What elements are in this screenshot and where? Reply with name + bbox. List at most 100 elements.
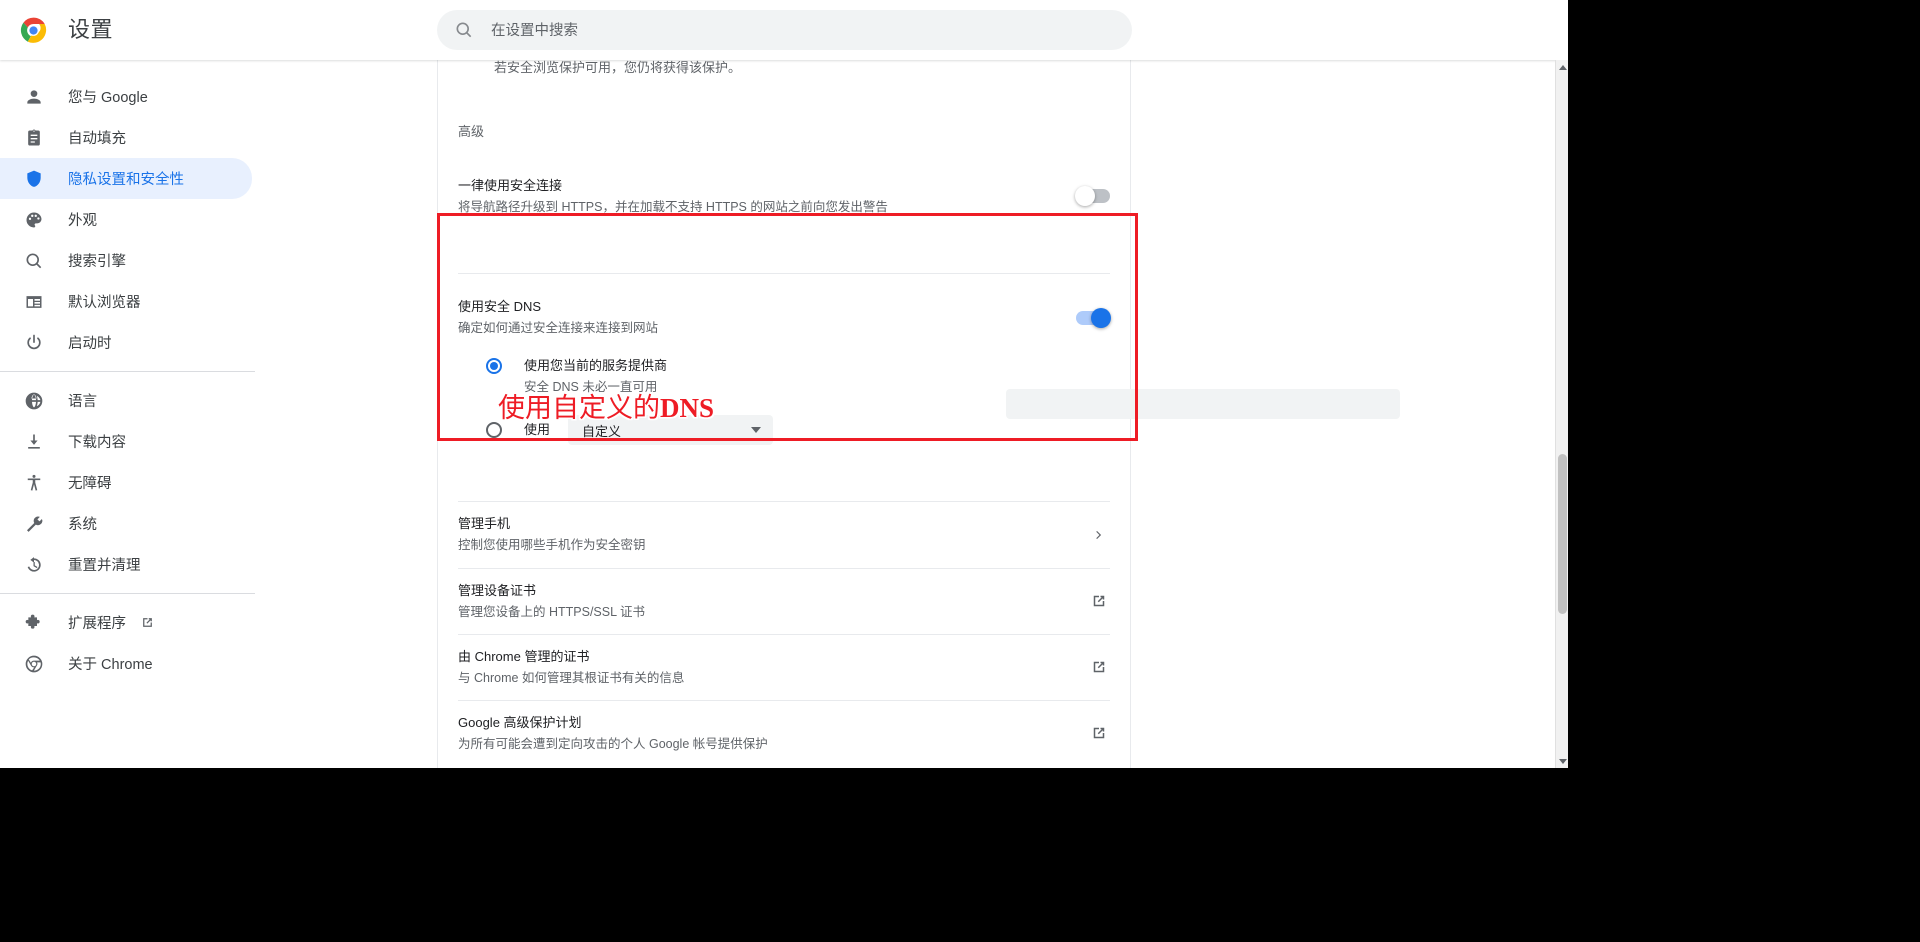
settings-page: 设置 您与 Google 自动填充 隐私设置和安全性: [0, 0, 1568, 768]
row-texts: 使用安全 DNS 确定如何通过安全连接来连接到网站: [458, 297, 1076, 338]
sidebar-item-label: 启动时: [68, 336, 112, 352]
row-description: 与 Chrome 如何管理其根证书有关的信息: [458, 670, 685, 685]
sidebar-item-on-startup[interactable]: 启动时: [0, 322, 252, 363]
sidebar: 您与 Google 自动填充 隐私设置和安全性 外观 搜索引擎 默认浏览器 启动…: [0, 60, 255, 768]
secure-dns-header-row[interactable]: 使用安全 DNS 确定如何通过安全连接来连接到网站: [438, 273, 1130, 338]
download-icon: [28, 434, 40, 449]
autofill-icon: [28, 129, 40, 145]
row-description: 将导航路径升级到 HTTPS，并在加载不支持 HTTPS 的网站之前向您发出警告: [458, 199, 888, 214]
radio-button[interactable]: [486, 358, 502, 374]
row-manage-device-certificates[interactable]: 管理设备证书 管理您设备上的 HTTPS/SSL 证书: [438, 568, 1130, 634]
sidebar-item-accessibility[interactable]: 无障碍: [0, 462, 252, 503]
sidebar-item-label: 无障碍: [68, 476, 112, 492]
radio-label: 使用您当前的服务提供商: [524, 358, 668, 373]
sidebar-item-label: 隐私设置和安全性: [68, 172, 184, 188]
sidebar-group-3: 扩展程序 关于 Chrome: [0, 594, 255, 692]
wrench-icon: [27, 516, 43, 532]
sidebar-item-reset-cleanup[interactable]: 重置并清理: [0, 544, 252, 585]
row-texts: 一律使用安全连接 将导航路径升级到 HTTPS，并在加载不支持 HTTPS 的网…: [458, 176, 1076, 217]
search-icon: [26, 252, 42, 268]
toggle-knob: [1075, 186, 1095, 206]
person-icon: [27, 89, 41, 104]
search-input[interactable]: [489, 10, 1113, 52]
row-manage-phones[interactable]: 管理手机 控制您使用哪些手机作为安全密钥: [438, 501, 1130, 568]
search-icon: [456, 22, 472, 38]
globe-icon: [25, 392, 43, 409]
external-link-icon[interactable]: [1088, 656, 1110, 678]
sidebar-item-label: 您与 Google: [68, 90, 148, 106]
row-texts: 由 Chrome 管理的证书 与 Chrome 如何管理其根证书有关的信息: [458, 647, 1088, 688]
row-texts: Google 高级保护计划 为所有可能会遭到定向攻击的个人 Google 帐号提…: [458, 713, 1088, 754]
row-advanced-protection-program[interactable]: Google 高级保护计划 为所有可能会遭到定向攻击的个人 Google 帐号提…: [438, 700, 1130, 766]
annotation-text: 使用自定义的DNS: [498, 391, 714, 425]
sidebar-item-label: 默认浏览器: [68, 295, 141, 311]
row-title: 由 Chrome 管理的证书: [458, 648, 590, 664]
row-title: 一律使用安全连接: [458, 177, 563, 193]
scroll-up-arrow-icon[interactable]: [1556, 60, 1568, 74]
sidebar-item-label: 重置并清理: [68, 558, 141, 574]
sidebar-item-search-engine[interactable]: 搜索引擎: [0, 240, 252, 281]
row-always-use-secure-connections[interactable]: 一律使用安全连接 将导航路径升级到 HTTPS，并在加载不支持 HTTPS 的网…: [438, 164, 1130, 228]
always-secure-connections-toggle[interactable]: [1075, 186, 1110, 206]
sidebar-item-label: 系统: [68, 517, 97, 533]
chrome-logo: [20, 17, 47, 44]
row-title: 使用安全 DNS: [458, 299, 542, 314]
chevron-right-icon[interactable]: [1088, 524, 1110, 546]
external-link-icon[interactable]: [1088, 722, 1110, 744]
sidebar-item-label: 外观: [68, 213, 97, 229]
sidebar-item-languages[interactable]: 语言: [0, 380, 252, 421]
sidebar-item-system[interactable]: 系统: [0, 503, 252, 544]
vertical-scrollbar[interactable]: [1555, 60, 1568, 768]
sidebar-item-label: 搜索引擎: [68, 254, 126, 270]
sidebar-item-privacy-security[interactable]: 隐私设置和安全性: [0, 158, 252, 199]
scrollbar-thumb[interactable]: [1558, 454, 1567, 614]
row-title: 管理手机: [458, 516, 511, 531]
sidebar-item-label: 扩展程序: [68, 616, 126, 632]
sidebar-item-autofill[interactable]: 自动填充: [0, 117, 252, 158]
secure-dns-toggle[interactable]: [1076, 307, 1111, 328]
app-header: 设置: [0, 0, 1568, 60]
sidebar-item-label: 关于 Chrome: [68, 657, 153, 673]
secure-dns-block: 使用安全 DNS 确定如何通过安全连接来连接到网站 使用您当前的服务提供商 安全…: [438, 273, 1130, 463]
main-content: 若安全浏览保护可用，您仍将获得该保护。 高级 一律使用安全连接 将导航路径升级到…: [255, 60, 1568, 768]
row-title: 管理设备证书: [458, 582, 537, 598]
safe-browsing-cut-text: 若安全浏览保护可用，您仍将获得该保护。: [494, 60, 742, 75]
row-title: Google 高级保护计划: [458, 714, 582, 730]
sidebar-item-label: 下载内容: [68, 435, 126, 451]
sidebar-item-about-chrome[interactable]: 关于 Chrome: [0, 643, 252, 684]
shield-icon: [27, 170, 41, 187]
browser-icon: [26, 295, 42, 308]
puzzle-icon: [25, 614, 40, 629]
row-texts: 管理设备证书 管理您设备上的 HTTPS/SSL 证书: [458, 581, 1088, 622]
search-bar[interactable]: [437, 10, 1132, 52]
restore-icon: [27, 556, 41, 572]
sidebar-item-default-browser[interactable]: 默认浏览器: [0, 281, 252, 322]
external-link-icon: [143, 618, 152, 627]
sidebar-item-label: 语言: [68, 394, 97, 410]
page-title: 设置: [68, 17, 114, 42]
custom-dns-input[interactable]: [1006, 389, 1400, 419]
accessible-icon: [27, 474, 41, 491]
scroll-down-arrow-icon[interactable]: [1556, 754, 1568, 768]
chrome-ring-icon: [25, 655, 43, 672]
power-icon: [27, 334, 41, 349]
chevron-down-icon: [751, 427, 762, 433]
sidebar-item-extensions[interactable]: 扩展程序: [0, 602, 252, 643]
row-chrome-managed-certificates[interactable]: 由 Chrome 管理的证书 与 Chrome 如何管理其根证书有关的信息: [438, 634, 1130, 700]
sidebar-item-appearance[interactable]: 外观: [0, 199, 252, 240]
advanced-section-header: 高级: [458, 124, 485, 139]
sidebar-item-label: 自动填充: [68, 131, 126, 147]
annotation-text-cn: 使用自定义的: [498, 393, 660, 423]
palette-icon: [26, 212, 42, 227]
row-description: 为所有可能会遭到定向攻击的个人 Google 帐号提供保护: [458, 736, 768, 751]
row-description: 确定如何通过安全连接来连接到网站: [458, 321, 659, 335]
external-link-icon[interactable]: [1088, 590, 1110, 612]
sidebar-item-you-and-google[interactable]: 您与 Google: [0, 76, 252, 117]
row-description: 控制您使用哪些手机作为安全密钥: [458, 538, 646, 552]
row-description: 管理您设备上的 HTTPS/SSL 证书: [458, 604, 646, 619]
row-texts: 管理手机 控制您使用哪些手机作为安全密钥: [458, 514, 1088, 555]
sidebar-item-downloads[interactable]: 下载内容: [0, 421, 252, 462]
sidebar-group-1: 您与 Google 自动填充 隐私设置和安全性 外观 搜索引擎 默认浏览器 启动…: [0, 68, 255, 371]
toggle-knob: [1091, 307, 1111, 328]
sidebar-group-2: 语言 下载内容 无障碍 系统 重置并清理: [0, 372, 255, 593]
